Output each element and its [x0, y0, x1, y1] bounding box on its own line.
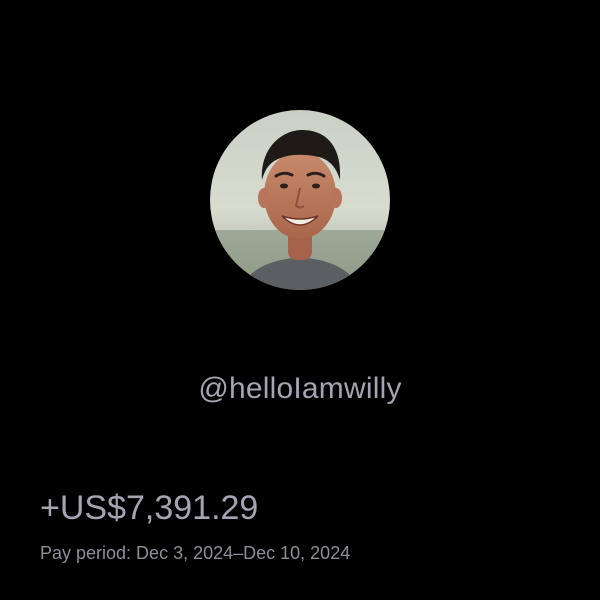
- avatar: [210, 110, 390, 290]
- payout-amount: +US$7,391.29: [40, 489, 259, 527]
- pay-period: Pay period: Dec 3, 2024–Dec 10, 2024: [40, 543, 351, 563]
- profile-photo-icon: [210, 110, 390, 290]
- username: @helloIamwilly: [198, 372, 402, 405]
